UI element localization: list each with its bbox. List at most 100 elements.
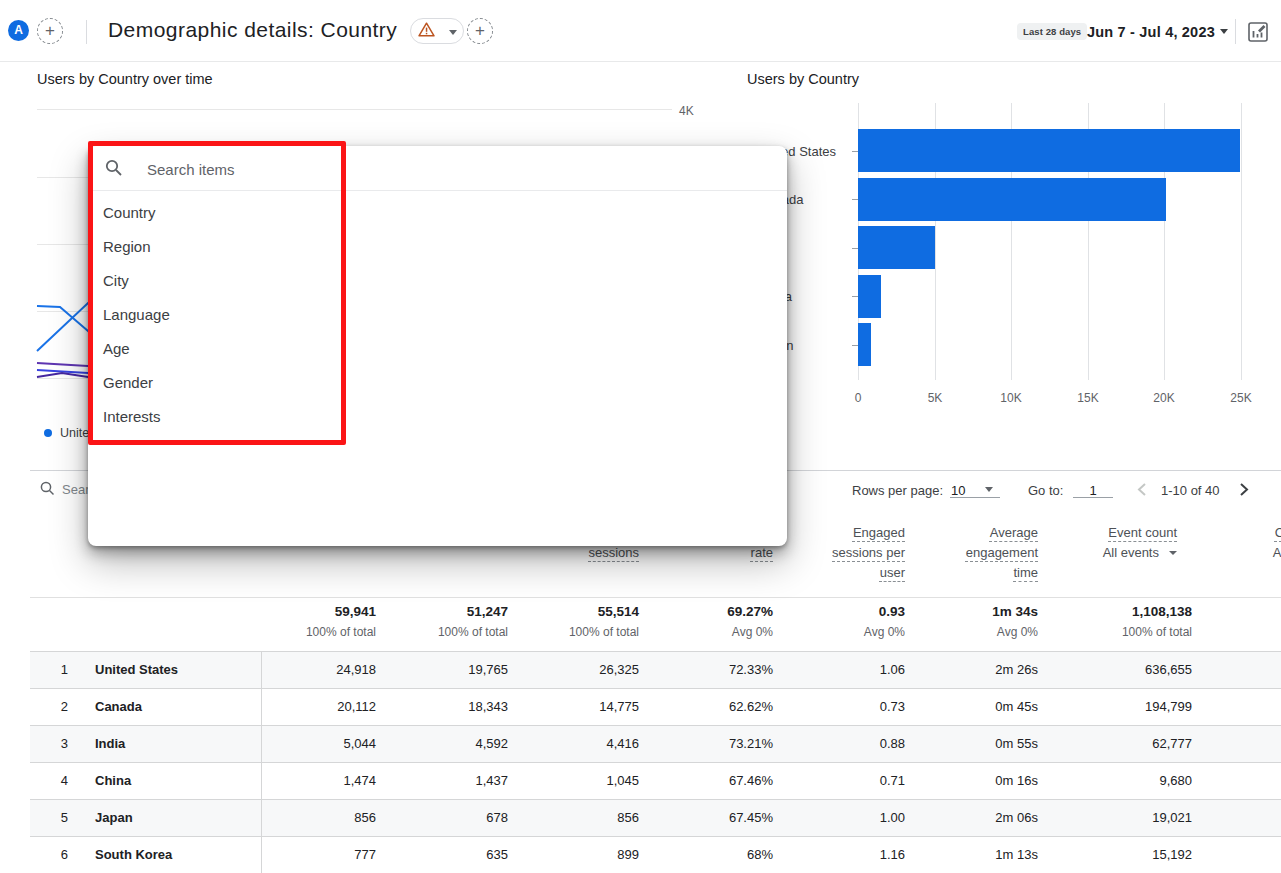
chevron-down-icon	[985, 487, 993, 492]
row-cell: 635	[368, 837, 508, 873]
table-row[interactable]: 5Japan85667885667.45%1.002m 06s19,021	[30, 799, 1281, 836]
row-cell: 1,474	[236, 763, 376, 799]
bar-chart-x-tick-label: 5K	[905, 391, 965, 405]
bar	[858, 226, 935, 269]
bar	[858, 178, 1166, 221]
row-cell: 2m 06s	[898, 800, 1038, 836]
bar	[858, 129, 1240, 172]
row-country: United States	[95, 652, 178, 688]
bar-axis-tick	[852, 199, 858, 200]
column-metric-selector[interactable]: All events	[1217, 543, 1281, 563]
row-country: Canada	[95, 689, 142, 725]
row-cell: 636,655	[1052, 652, 1192, 688]
bar-chart-x-tick-label: 20K	[1134, 391, 1194, 405]
totals-value: 55,514	[499, 604, 639, 619]
row-rank: 3	[52, 726, 68, 762]
row-cell: 62.62%	[633, 689, 773, 725]
row-cell: 68%	[633, 837, 773, 873]
rows-per-page-underline	[950, 497, 1000, 498]
totals-subtext: 100% of total	[236, 625, 376, 639]
goto-page-input[interactable]: 1	[1073, 483, 1113, 498]
add-comparison-button[interactable]: +	[37, 18, 63, 44]
row-cell: 1,045	[499, 763, 639, 799]
totals-subtext: Avg 0%	[765, 625, 905, 639]
bar-axis-tick	[852, 296, 858, 297]
row-cell: 899	[499, 837, 639, 873]
totals-subtext: 100% of total	[499, 625, 639, 639]
column-metric-selector[interactable]: All events	[1047, 543, 1177, 563]
warning-icon	[418, 22, 435, 37]
customize-report-icon[interactable]	[1247, 21, 1269, 43]
row-cell: 0m 16s	[898, 763, 1038, 799]
add-filter-button[interactable]: +	[467, 18, 493, 44]
row-cell: 4,416	[499, 726, 639, 762]
row-cell: 4,592	[368, 726, 508, 762]
row-cell: 24,918	[236, 652, 376, 688]
row-cell: 19,765	[368, 652, 508, 688]
search-icon	[40, 481, 55, 496]
data-quality-button[interactable]	[410, 18, 464, 44]
row-cell: 1,437	[368, 763, 508, 799]
column-header[interactable]: Engagedsessions peruser	[775, 523, 905, 583]
header-divider	[86, 20, 87, 44]
row-cell: 777	[236, 837, 376, 873]
next-page-icon[interactable]	[1238, 482, 1250, 497]
table-row[interactable]: 4China1,4741,4371,04567.46%0.710m 16s9,6…	[30, 762, 1281, 799]
row-rank: 5	[52, 800, 68, 836]
line-chart-gridline	[37, 109, 672, 110]
row-cell: 67.46%	[633, 763, 773, 799]
row-country: Japan	[95, 800, 133, 836]
row-country: India	[95, 726, 125, 762]
chevron-down-icon	[449, 30, 457, 35]
totals-subtext: 100% of total	[368, 625, 508, 639]
previous-page-icon[interactable]	[1136, 482, 1148, 497]
table-row[interactable]: 2Canada20,11218,34314,77562.62%0.730m 45…	[30, 688, 1281, 725]
rows-per-page-select[interactable]: 10	[951, 483, 965, 498]
row-cell: 1.06	[765, 652, 905, 688]
row-cell: 9,680	[1052, 763, 1192, 799]
bar-chart-x-tick-label: 10K	[981, 391, 1041, 405]
row-cell: 26,325	[499, 652, 639, 688]
date-preset-badge: Last 28 days	[1017, 23, 1087, 40]
bar-axis-tick	[852, 248, 858, 249]
column-header[interactable]: ConversionsAll events	[1217, 523, 1281, 563]
line-chart-title: Users by Country over time	[37, 71, 213, 87]
row-cell: 1m 13s	[898, 837, 1038, 873]
row-rank: 2	[52, 689, 68, 725]
row-cell: 67.45%	[633, 800, 773, 836]
row-cell: 0.88	[765, 726, 905, 762]
totals-value: 0.93	[765, 604, 905, 619]
header-divider	[1235, 19, 1236, 44]
column-header[interactable]: Averageengagementtime	[908, 523, 1038, 583]
row-cell: 2m 26s	[898, 652, 1038, 688]
row-cell: 0.71	[765, 763, 905, 799]
goto-underline	[1073, 497, 1113, 498]
totals-value: 69.27%	[633, 604, 773, 619]
rows-per-page-label: Rows per page:	[852, 483, 943, 498]
table-row[interactable]: 3India5,0444,5924,41673.21%0.880m 55s62,…	[30, 725, 1281, 762]
annotation-highlight-box	[88, 141, 346, 445]
row-cell: 0m 55s	[898, 726, 1038, 762]
app-bar: A + Demographic details: Country + Last …	[0, 0, 1281, 62]
totals-value: 1m 34s	[898, 604, 1038, 619]
bar-chart-x-tick-label: 25K	[1211, 391, 1271, 405]
totals-subtext: Avg 0%	[898, 625, 1038, 639]
row-rank: 1	[52, 652, 68, 688]
page-title: Demographic details: Country	[108, 18, 397, 42]
table-row[interactable]: 1United States24,91819,76526,32572.33%1.…	[30, 651, 1281, 688]
column-header[interactable]: Event countAll events	[1047, 523, 1177, 563]
date-range-selector[interactable]: Jun 7 - Jul 4, 2023	[1087, 24, 1215, 40]
legend-dot	[44, 429, 52, 437]
table-row[interactable]: 6South Korea77763589968%1.161m 13s15,192	[30, 836, 1281, 873]
row-cell: 5,044	[236, 726, 376, 762]
totals-value: 59,941	[236, 604, 376, 619]
account-avatar[interactable]: A	[8, 20, 29, 41]
row-country: South Korea	[95, 837, 172, 873]
chevron-down-icon	[1220, 29, 1228, 34]
totals-subtext: 100% of total	[1052, 625, 1192, 639]
bar-chart-gridline	[1241, 103, 1242, 380]
bar-axis-tick	[852, 151, 858, 152]
row-cell: 856	[499, 800, 639, 836]
totals-subtext: Avg 0%	[633, 625, 773, 639]
bar-chart-x-tick-label: 0	[828, 391, 888, 405]
